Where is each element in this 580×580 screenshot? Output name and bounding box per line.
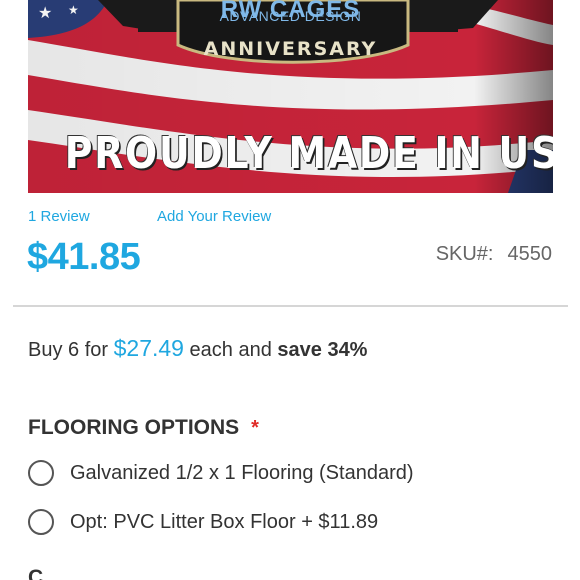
product-page: ★ ★ RW CAGES ADVANCED DESIGN ANNIVERSARY… [0,0,580,580]
tier-middle: each and [183,339,278,361]
sku-info: SKU#: 4550 [436,243,552,266]
review-count-link[interactable]: 1 Review [28,208,90,225]
add-review-link[interactable]: Add Your Review [157,208,271,225]
next-section-title: C [28,566,44,580]
section-divider [13,305,568,307]
option-label: Galvanized 1/2 x 1 Flooring (Standard) [70,461,414,484]
tier-price-offer: Buy 6 for $27.49 each and save 34% [28,335,367,362]
radio-button[interactable] [28,509,54,535]
tier-savings: save 34% [277,339,368,361]
banner-tagline: PROUDLY MADE IN USA [64,128,553,179]
required-asterisk: * [251,417,259,439]
tier-price-value: $27.49 [113,335,184,361]
anniversary-text: ANNIVERSARY [203,38,378,60]
radio-button[interactable] [28,460,54,486]
logo-subtext: ADVANCED DESIGN [219,8,362,24]
flooring-options-label: FLOORING OPTIONS [28,416,240,439]
sku-value: 4550 [507,243,553,265]
product-price: $41.85 [27,236,141,278]
product-image-banner: ★ ★ RW CAGES ADVANCED DESIGN ANNIVERSARY… [28,0,553,193]
flooring-option-galvanized[interactable]: Galvanized 1/2 x 1 Flooring (Standard) [28,460,414,486]
flooring-option-pvc-litter-box[interactable]: Opt: PVC Litter Box Floor + $11.89 [28,509,378,535]
sku-label: SKU#: [435,243,494,265]
flooring-options-title: FLOORING OPTIONS * [28,416,259,440]
option-label: Opt: PVC Litter Box Floor + $11.89 [70,510,379,533]
tier-prefix: Buy 6 for [28,339,114,361]
